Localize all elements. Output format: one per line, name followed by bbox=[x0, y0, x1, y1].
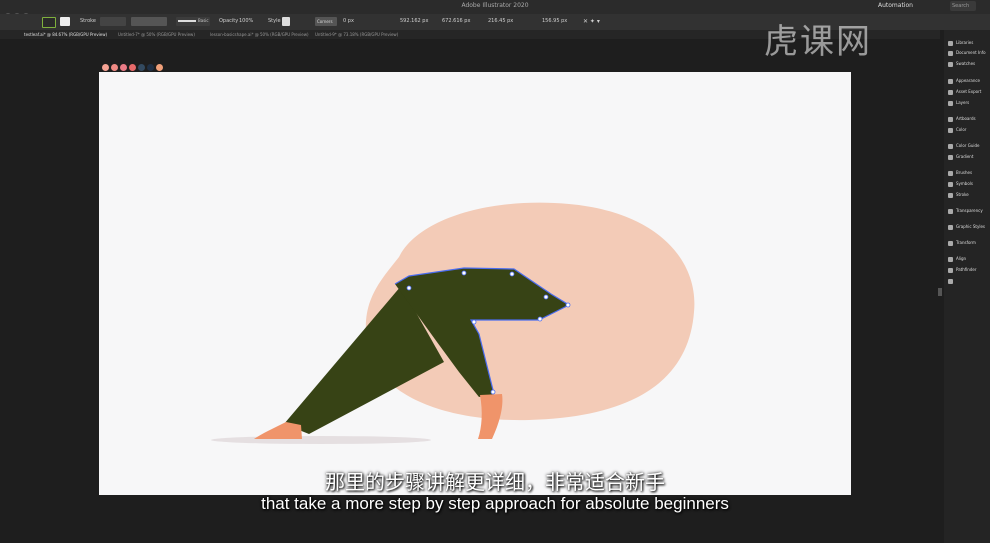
panel-artboards[interactable]: Color bbox=[948, 127, 966, 133]
style-swatch[interactable] bbox=[282, 17, 290, 26]
anchor-point[interactable] bbox=[509, 271, 515, 277]
align-icon bbox=[948, 267, 953, 273]
panel-pathfinder[interactable] bbox=[948, 278, 956, 284]
pathfinder-icon bbox=[948, 278, 953, 284]
anchor-point[interactable] bbox=[461, 270, 467, 276]
y-field[interactable]: 672.616 px bbox=[442, 18, 470, 24]
panel-stroke[interactable]: Transparency bbox=[948, 208, 983, 214]
stroke-swatch[interactable] bbox=[60, 17, 70, 26]
swatch[interactable] bbox=[120, 64, 127, 71]
tab-untitled-9[interactable]: Untitled-9* @ 73.18% (RGB/GPU Preview) bbox=[315, 32, 398, 37]
panel-libraries[interactable]: Libraries bbox=[948, 40, 973, 46]
panel-properties[interactable]: Document Info bbox=[948, 50, 986, 56]
stroke-icon bbox=[948, 208, 953, 214]
symbols-icon bbox=[948, 192, 953, 198]
panel-swatches[interactable]: Appearance bbox=[948, 78, 980, 84]
artboard[interactable] bbox=[99, 72, 851, 495]
swatch[interactable] bbox=[156, 64, 163, 71]
swatch[interactable] bbox=[111, 64, 118, 71]
subtitle-chinese: 那里的步骤讲解更详细，非常适合新手 bbox=[325, 470, 665, 494]
canvas-scrollbar[interactable] bbox=[938, 288, 942, 296]
swatches-icon bbox=[948, 78, 953, 84]
subtitle-english: that take a more step by step approach f… bbox=[261, 494, 729, 513]
swatch[interactable] bbox=[138, 64, 145, 71]
graphic-styles-icon bbox=[948, 240, 953, 246]
panel-symbols[interactable]: Stroke bbox=[948, 192, 969, 198]
opacity-value[interactable]: 100% bbox=[239, 18, 253, 24]
panel-graphic-styles[interactable]: Transform bbox=[948, 240, 976, 246]
workspace-switcher[interactable]: Automation bbox=[878, 2, 913, 9]
ground-shadow bbox=[211, 436, 431, 444]
anchor-point[interactable] bbox=[565, 302, 571, 308]
panel-document-info[interactable]: Swatches bbox=[948, 61, 975, 67]
panel-transform[interactable]: Align bbox=[948, 256, 966, 262]
anchor-point[interactable] bbox=[490, 389, 496, 395]
panel-color-guide[interactable]: Gradient bbox=[948, 154, 973, 160]
huke-watermark-logo: 虎课网 bbox=[764, 22, 872, 62]
anchor-point[interactable] bbox=[471, 319, 477, 325]
brushes-icon bbox=[948, 181, 953, 187]
anchor-point[interactable] bbox=[537, 316, 543, 322]
anchor-point[interactable] bbox=[406, 285, 412, 291]
tab-testleaf[interactable]: testleaf.ai* @ 84.67% (RGB/GPU Preview) bbox=[24, 32, 107, 37]
x-field[interactable]: 592.162 px bbox=[400, 18, 428, 24]
appearance-icon bbox=[948, 89, 953, 95]
panel-asset-export[interactable]: Layers bbox=[948, 100, 969, 106]
gradient-icon bbox=[948, 170, 953, 176]
artboards-icon bbox=[948, 127, 953, 133]
window-title: Adobe Illustrator 2020 bbox=[461, 2, 529, 9]
brush-definition[interactable]: Basic bbox=[176, 17, 210, 26]
panel-align[interactable]: Pathfinder bbox=[948, 267, 977, 273]
panel-gradient[interactable]: Brushes bbox=[948, 170, 972, 176]
stroke-label: Stroke bbox=[80, 18, 96, 24]
color-icon bbox=[948, 143, 953, 149]
height-field[interactable]: 156.95 px bbox=[542, 18, 567, 24]
search-input[interactable]: Search bbox=[950, 1, 976, 11]
corners-button[interactable]: Corners bbox=[315, 17, 337, 26]
corners-value[interactable]: 0 px bbox=[343, 18, 354, 24]
tab-lesson-basicshape[interactable]: lesson-basicshape.ai* @ 50% (RGB/GPU Pre… bbox=[210, 32, 309, 37]
opacity-label: Opacity bbox=[219, 18, 239, 24]
fill-swatch[interactable] bbox=[42, 17, 56, 28]
asset-export-icon bbox=[948, 100, 953, 106]
title-bar: Adobe Illustrator 2020 Automation Search bbox=[0, 0, 990, 19]
swatch[interactable] bbox=[147, 64, 154, 71]
panel-brushes[interactable]: Symbols bbox=[948, 181, 973, 187]
panel-color[interactable]: Color Guide bbox=[948, 143, 979, 149]
panel-transparency[interactable]: Graphic Styles bbox=[948, 224, 985, 230]
panel-layers[interactable]: Artboards bbox=[948, 116, 976, 122]
document-info-icon bbox=[948, 61, 953, 67]
anchor-point[interactable] bbox=[543, 294, 549, 300]
color-guide-icon bbox=[948, 154, 953, 160]
libraries-icon bbox=[948, 40, 953, 46]
layers-icon bbox=[948, 116, 953, 122]
transparency-icon bbox=[948, 224, 953, 230]
swatch[interactable] bbox=[102, 64, 109, 71]
properties-icon bbox=[948, 50, 953, 56]
swatch[interactable] bbox=[129, 64, 136, 71]
stroke-weight-field[interactable] bbox=[100, 17, 126, 26]
transform-panel-icon bbox=[948, 256, 953, 262]
transform-icon[interactable]: ✕ ✦ ▾ bbox=[583, 18, 600, 25]
variable-width-profile[interactable] bbox=[131, 17, 167, 26]
style-label: Style bbox=[268, 18, 281, 24]
back-foot bbox=[254, 422, 302, 439]
width-field[interactable]: 216.45 px bbox=[488, 18, 513, 24]
panel-appearance[interactable]: Asset Export bbox=[948, 89, 981, 95]
artwork bbox=[211, 202, 695, 444]
tab-untitled-7[interactable]: Untitled-7* @ 50% (RGB/GPU Preview) bbox=[118, 32, 195, 37]
